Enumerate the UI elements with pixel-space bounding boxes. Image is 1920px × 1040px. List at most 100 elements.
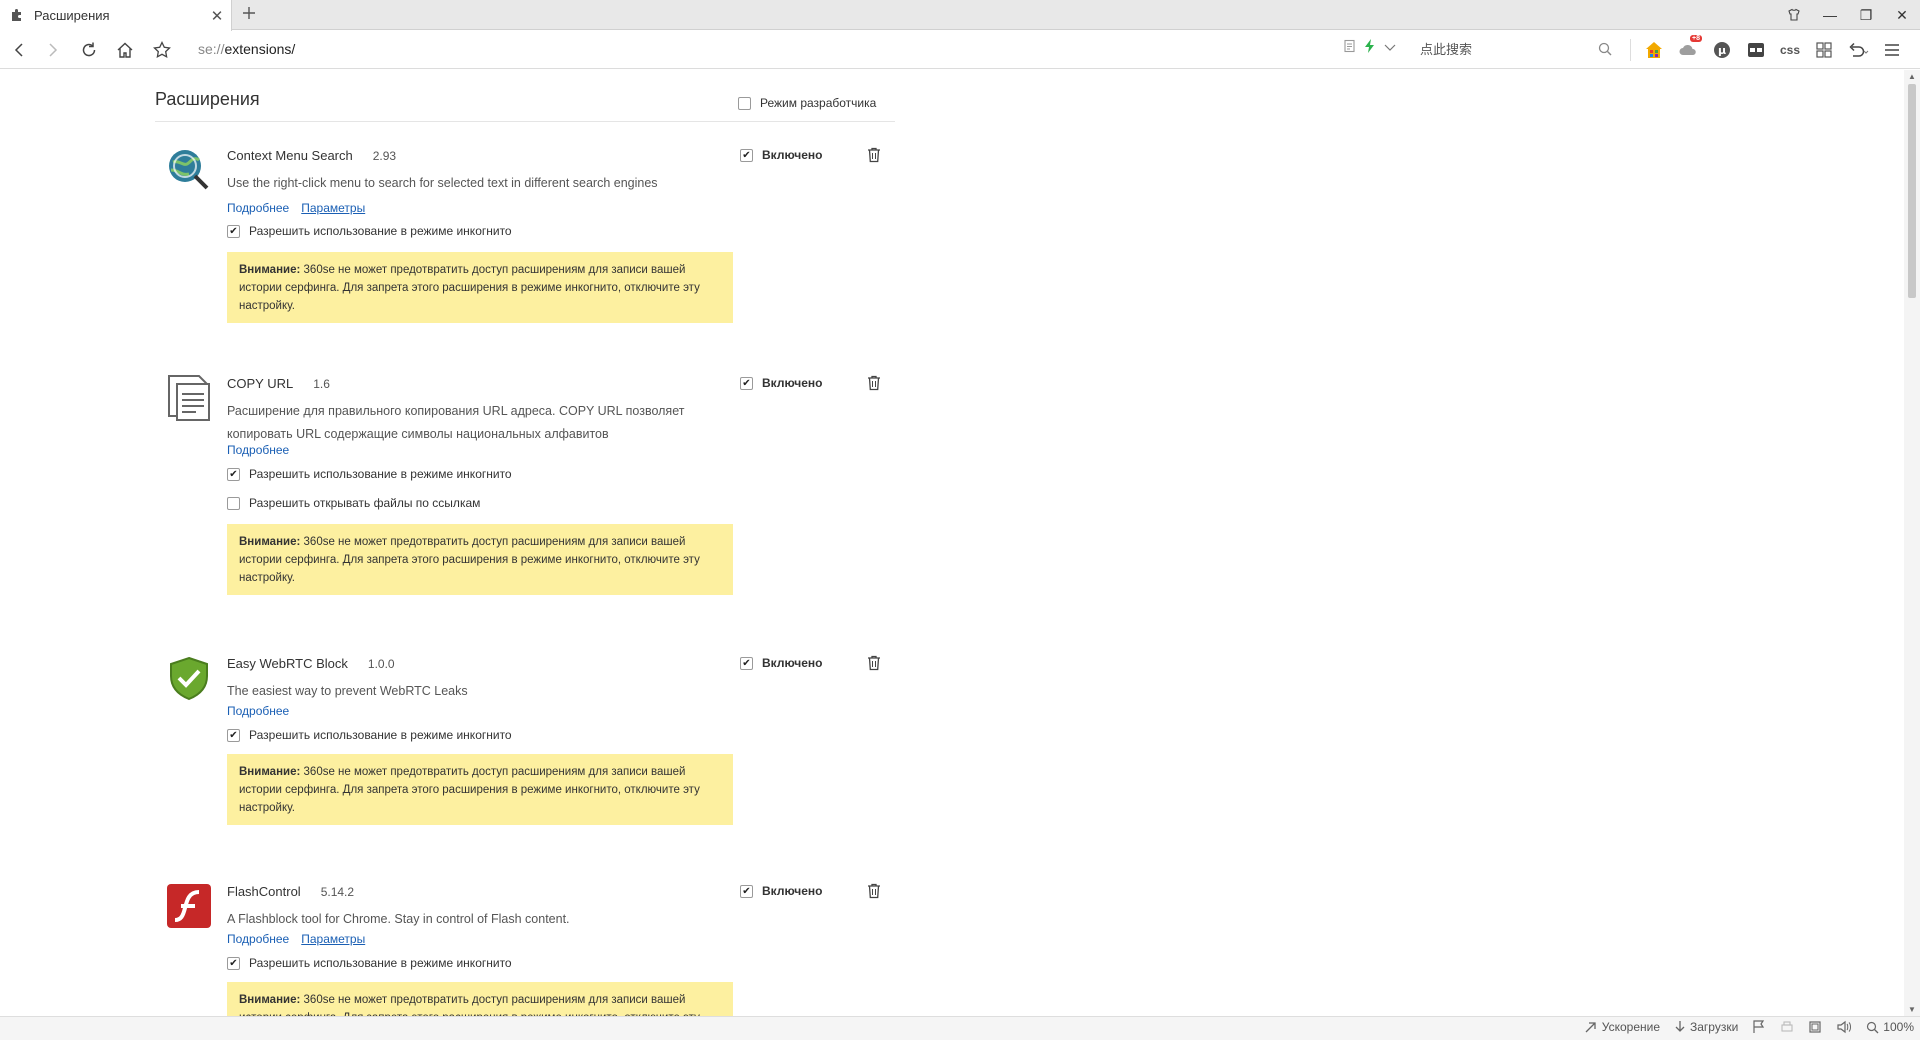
bookmark-star-button[interactable] [149,37,175,63]
acceleration-status[interactable]: Ускорение [1584,1020,1660,1034]
options-link[interactable]: Параметры [301,201,365,215]
copy-url-icon [165,374,213,422]
scroll-up-icon[interactable]: ▲ [1908,72,1916,81]
allow-incognito-option[interactable]: Разрешить использование в режиме инкогни… [227,224,512,238]
allow-incognito-option[interactable]: Разрешить использование в режиме инкогни… [227,728,512,742]
flash-icon [165,882,213,930]
allow-incognito-checkbox[interactable] [227,224,240,238]
developer-mode-toggle[interactable]: Режим разработчика [738,96,876,110]
allow-file-urls-option[interactable]: Разрешить открывать файлы по ссылкам [227,496,480,510]
extensions-page: Расширения Режим разработчика Context Me… [0,70,1904,1016]
details-link[interactable]: Подробнее [227,932,289,946]
allow-incognito-checkbox[interactable] [227,728,240,742]
enabled-checkbox[interactable] [740,656,753,670]
extension-description: Расширение для правильного копирования U… [227,404,685,441]
warning-bold: Внимание: [239,536,301,548]
enabled-toggle[interactable]: Включено [740,148,822,162]
details-link[interactable]: Подробнее [227,704,289,718]
downloads-status[interactable]: Загрузки [1674,1020,1738,1034]
incognito-warning: Внимание: 360se не может предотвратить д… [227,252,733,323]
skin-icon[interactable] [1776,0,1812,30]
ublock-extension-icon[interactable]: μ [1708,37,1736,63]
close-window-button[interactable]: ✕ [1884,0,1920,30]
allow-incognito-label: Разрешить использование в режиме инкогни… [249,467,512,481]
header-divider [155,121,895,122]
enabled-label: Включено [762,148,823,162]
trash-icon[interactable] [867,375,883,391]
enabled-checkbox[interactable] [740,148,753,162]
enabled-toggle[interactable]: Включено [740,656,822,670]
back-button[interactable] [6,37,32,63]
shield-check-icon [165,654,213,702]
flag-icon[interactable] [1752,1020,1766,1034]
options-link[interactable]: Параметры [301,932,365,946]
forward-button[interactable] [40,37,66,63]
minimize-button[interactable]: — [1812,0,1848,30]
zoom-status[interactable]: 100% [1866,1020,1914,1034]
extension-description: A Flashblock tool for Chrome. Stay in co… [227,912,570,926]
enabled-checkbox[interactable] [740,884,753,898]
puzzle-icon [10,8,26,24]
acceleration-bolt-icon[interactable] [1364,39,1376,58]
home-colorful-extension-icon[interactable] [1640,37,1668,63]
incognito-warning: Внимание: 360se не может предотвратить д… [227,524,733,595]
extension-version: 5.14.2 [320,885,355,899]
developer-mode-label: Режим разработчика [760,96,877,110]
search-icon[interactable] [1598,42,1612,61]
media-extension-icon[interactable] [1742,37,1770,63]
reload-button[interactable] [76,37,102,63]
warning-text: 360se не может предотвратить доступ расш… [239,994,700,1016]
allow-incognito-label: Разрешить использование в режиме инкогни… [249,224,512,238]
enabled-toggle[interactable]: Включено [740,884,822,898]
home-button[interactable] [112,37,138,63]
extension-version: 1.6 [313,377,330,391]
address-bar[interactable]: se://extensions/ [198,41,295,57]
apps-grid-icon[interactable] [1810,37,1838,63]
window-icon[interactable] [1808,1020,1822,1034]
enabled-label: Включено [762,656,823,670]
toolbar-separator [1630,39,1631,61]
enabled-toggle[interactable]: Включено [740,376,822,390]
allow-incognito-option[interactable]: Разрешить использование в режиме инкогни… [227,956,512,970]
undo-closed-tab-icon[interactable] [1844,37,1872,63]
vertical-scrollbar[interactable]: ▲ ▼ [1904,70,1920,1016]
page-copy-icon[interactable] [1342,39,1356,58]
enabled-checkbox[interactable] [740,376,753,390]
details-link[interactable]: Подробнее [227,201,289,215]
allow-incognito-label: Разрешить использование в режиме инкогни… [249,728,512,742]
allow-incognito-checkbox[interactable] [227,956,240,970]
allow-file-urls-label: Разрешить открывать файлы по ссылкам [249,496,481,510]
search-box [1420,37,1620,63]
warning-bold: Внимание: [239,994,301,1006]
menu-hamburger-icon[interactable] [1878,37,1906,63]
page-title: Расширения [155,89,260,109]
svg-text:μ: μ [1718,44,1726,57]
css-extension-icon[interactable]: css [1776,37,1804,63]
scroll-down-icon[interactable]: ▼ [1908,1005,1916,1014]
allow-incognito-label: Разрешить использование в режиме инкогни… [249,956,512,970]
tab-bar: Расширения ✕ — ❐ ✕ [0,0,1920,31]
allow-file-urls-checkbox[interactable] [227,496,240,510]
maximize-button[interactable]: ❐ [1848,0,1884,30]
scrollbar-thumb[interactable] [1908,84,1916,298]
details-link[interactable]: Подробнее [227,443,289,457]
address-path: extensions/ [224,41,296,57]
search-input[interactable] [1420,37,1580,63]
chevron-down-icon[interactable] [1384,40,1396,58]
developer-mode-checkbox[interactable] [738,96,751,110]
tab-close-icon[interactable]: ✕ [207,7,227,25]
tab-extensions[interactable]: Расширения ✕ [0,0,232,31]
enabled-label: Включено [762,376,823,390]
print-icon[interactable] [1780,1020,1794,1034]
warning-bold: Внимание: [239,766,301,778]
warning-text: 360se не может предотвратить доступ расш… [239,766,700,814]
extension-name: Context Menu Search 2.93 [227,148,397,163]
volume-icon[interactable] [1836,1020,1852,1034]
allow-incognito-option[interactable]: Разрешить использование в режиме инкогни… [227,467,512,481]
cloud-badge-extension-icon[interactable]: +8 [1674,35,1702,63]
trash-icon[interactable] [867,883,883,899]
allow-incognito-checkbox[interactable] [227,467,240,481]
trash-icon[interactable] [867,655,883,671]
trash-icon[interactable] [867,147,883,163]
new-tab-button[interactable] [238,3,260,25]
